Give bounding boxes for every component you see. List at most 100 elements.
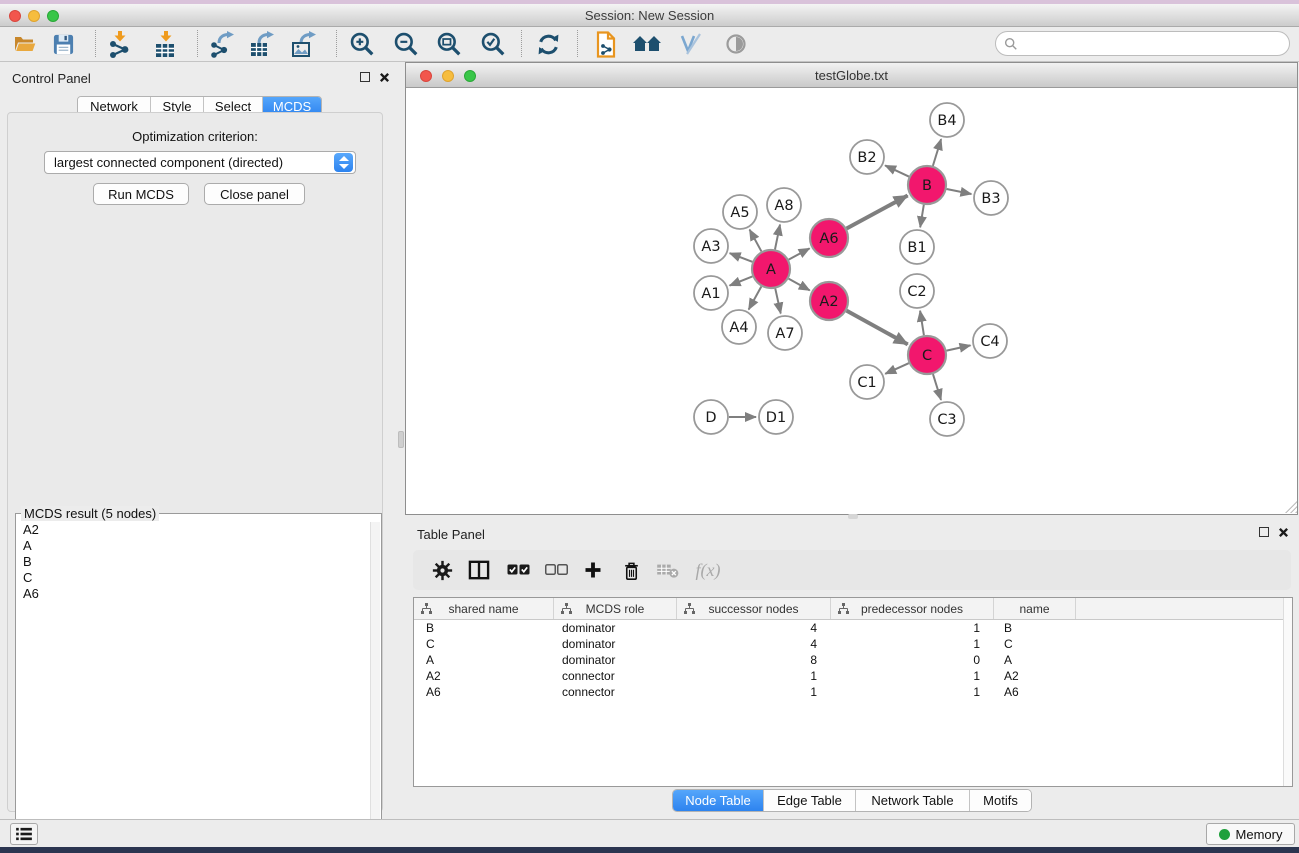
window-resize-grip[interactable] bbox=[1283, 499, 1297, 513]
tab-motifs[interactable]: Motifs bbox=[970, 790, 1031, 811]
graph-edge-C-C1[interactable] bbox=[885, 363, 909, 374]
cell-name[interactable]: A bbox=[994, 652, 1076, 668]
delete-table-icon[interactable] bbox=[651, 554, 685, 586]
table-row[interactable]: A6 connector 1 1 A6 bbox=[414, 684, 1283, 700]
home-icon[interactable] bbox=[629, 28, 665, 60]
zoom-fit-icon[interactable] bbox=[431, 28, 467, 60]
show-columns-icon[interactable] bbox=[462, 554, 496, 586]
table-row[interactable]: C dominator 4 1 C bbox=[414, 636, 1283, 652]
table-row[interactable]: A2 connector 1 1 A2 bbox=[414, 668, 1283, 684]
tab-edge-table[interactable]: Edge Table bbox=[764, 790, 856, 811]
cell-successor-nodes[interactable]: 8 bbox=[677, 652, 831, 668]
task-history-button[interactable] bbox=[10, 823, 38, 845]
table-settings-icon[interactable] bbox=[425, 554, 459, 586]
graph-edge-A-A8[interactable] bbox=[775, 225, 780, 250]
graph-edge-C-C4[interactable] bbox=[947, 345, 971, 350]
list-item[interactable]: A6 bbox=[17, 586, 369, 602]
close-panel-icon[interactable] bbox=[1278, 527, 1289, 538]
column-header-predecessor-nodes[interactable]: predecessor nodes bbox=[831, 598, 994, 619]
cell-successor-nodes[interactable]: 1 bbox=[677, 668, 831, 684]
graph-edge-A-A5[interactable] bbox=[750, 230, 762, 252]
cell-mcds-role[interactable]: dominator bbox=[554, 620, 677, 636]
refresh-icon[interactable] bbox=[530, 28, 566, 60]
cell-successor-nodes[interactable]: 4 bbox=[677, 620, 831, 636]
search-input[interactable] bbox=[1022, 34, 1289, 54]
float-panel-icon[interactable] bbox=[1259, 527, 1269, 537]
cell-name[interactable]: C bbox=[994, 636, 1076, 652]
tab-network-table[interactable]: Network Table bbox=[856, 790, 970, 811]
list-item[interactable]: B bbox=[17, 554, 369, 570]
cell-predecessor-nodes[interactable]: 1 bbox=[831, 636, 994, 652]
hide-annotations-icon[interactable] bbox=[673, 28, 709, 60]
graph-edge-C-C3[interactable] bbox=[933, 374, 941, 400]
graph-edge-A-A1[interactable] bbox=[730, 276, 753, 285]
export-network-icon[interactable] bbox=[204, 28, 240, 60]
create-column-icon[interactable] bbox=[576, 554, 610, 586]
close-panel-button[interactable]: Close panel bbox=[204, 183, 305, 205]
graph-edge-A-A6[interactable] bbox=[789, 248, 810, 259]
memory-button[interactable]: Memory bbox=[1206, 823, 1295, 845]
cell-shared-name[interactable]: A2 bbox=[414, 668, 554, 684]
graph-edge-A-A4[interactable] bbox=[749, 287, 762, 310]
result-scrollbar[interactable] bbox=[370, 522, 380, 849]
search-box[interactable] bbox=[995, 31, 1290, 56]
cell-mcds-role[interactable]: connector bbox=[554, 684, 677, 700]
cell-name[interactable]: A2 bbox=[994, 668, 1076, 684]
clone-network-icon[interactable] bbox=[588, 28, 624, 60]
run-mcds-button[interactable]: Run MCDS bbox=[93, 183, 189, 205]
optimization-select[interactable]: largest connected component (directed) bbox=[44, 151, 356, 174]
cell-successor-nodes[interactable]: 4 bbox=[677, 636, 831, 652]
column-header-mcds-role[interactable]: MCDS role bbox=[554, 598, 677, 619]
list-item[interactable]: A bbox=[17, 538, 369, 554]
close-panel-icon[interactable] bbox=[379, 72, 390, 83]
cell-mcds-role[interactable]: dominator bbox=[554, 652, 677, 668]
cell-predecessor-nodes[interactable]: 1 bbox=[831, 684, 994, 700]
delete-column-icon[interactable] bbox=[614, 554, 648, 586]
deselect-all-icon[interactable] bbox=[539, 554, 573, 586]
tab-node-table[interactable]: Node Table bbox=[673, 790, 764, 811]
cell-shared-name[interactable]: A bbox=[414, 652, 554, 668]
graph-edge-A2-C[interactable] bbox=[847, 311, 908, 345]
save-session-icon[interactable] bbox=[45, 28, 81, 60]
table-row[interactable]: A dominator 8 0 A bbox=[414, 652, 1283, 668]
select-all-icon[interactable] bbox=[501, 554, 535, 586]
import-table-icon[interactable] bbox=[148, 28, 184, 60]
list-item[interactable]: C bbox=[17, 570, 369, 586]
zoom-in-icon[interactable] bbox=[344, 28, 380, 60]
graph-edge-B-B2[interactable] bbox=[885, 165, 909, 176]
cell-successor-nodes[interactable]: 1 bbox=[677, 684, 831, 700]
export-table-icon[interactable] bbox=[244, 28, 280, 60]
cell-name[interactable]: B bbox=[994, 620, 1076, 636]
column-header-successor-nodes[interactable]: successor nodes bbox=[677, 598, 831, 619]
graph-edge-A-A2[interactable] bbox=[789, 279, 810, 291]
open-session-icon[interactable] bbox=[7, 28, 43, 60]
cell-mcds-role[interactable]: connector bbox=[554, 668, 677, 684]
graph-edge-B-B1[interactable] bbox=[920, 205, 924, 228]
cell-shared-name[interactable]: A6 bbox=[414, 684, 554, 700]
graph-edge-B-B3[interactable] bbox=[947, 189, 972, 194]
cell-shared-name[interactable]: B bbox=[414, 620, 554, 636]
graph-edge-A6-B[interactable] bbox=[847, 195, 908, 228]
import-network-icon[interactable] bbox=[102, 28, 138, 60]
graph-edge-A-A3[interactable] bbox=[730, 253, 753, 262]
cell-name[interactable]: A6 bbox=[994, 684, 1076, 700]
column-header-name[interactable]: name bbox=[994, 598, 1076, 619]
cell-predecessor-nodes[interactable]: 1 bbox=[831, 620, 994, 636]
table-scrollbar[interactable] bbox=[1283, 598, 1292, 786]
network-vertical-scrollbar[interactable] bbox=[398, 431, 404, 448]
list-item[interactable]: A2 bbox=[17, 522, 369, 538]
zoom-out-icon[interactable] bbox=[388, 28, 424, 60]
cell-predecessor-nodes[interactable]: 0 bbox=[831, 652, 994, 668]
table-row[interactable]: B dominator 4 1 B bbox=[414, 620, 1283, 636]
zoom-selected-icon[interactable] bbox=[475, 28, 511, 60]
graph-edge-C-C2[interactable] bbox=[920, 311, 924, 335]
cell-mcds-role[interactable]: dominator bbox=[554, 636, 677, 652]
cell-shared-name[interactable]: C bbox=[414, 636, 554, 652]
export-image-icon[interactable] bbox=[286, 28, 322, 60]
cell-predecessor-nodes[interactable]: 1 bbox=[831, 668, 994, 684]
graph-edge-A-A7[interactable] bbox=[775, 289, 780, 314]
float-panel-icon[interactable] bbox=[360, 72, 370, 82]
graph-edge-B-B4[interactable] bbox=[933, 139, 941, 166]
network-canvas[interactable]: B4B2BB3A5A8A6A3AB1A1C2A4A7A2C4CC1C3DD1 bbox=[406, 88, 1297, 514]
column-header-shared-name[interactable]: shared name bbox=[414, 598, 554, 619]
